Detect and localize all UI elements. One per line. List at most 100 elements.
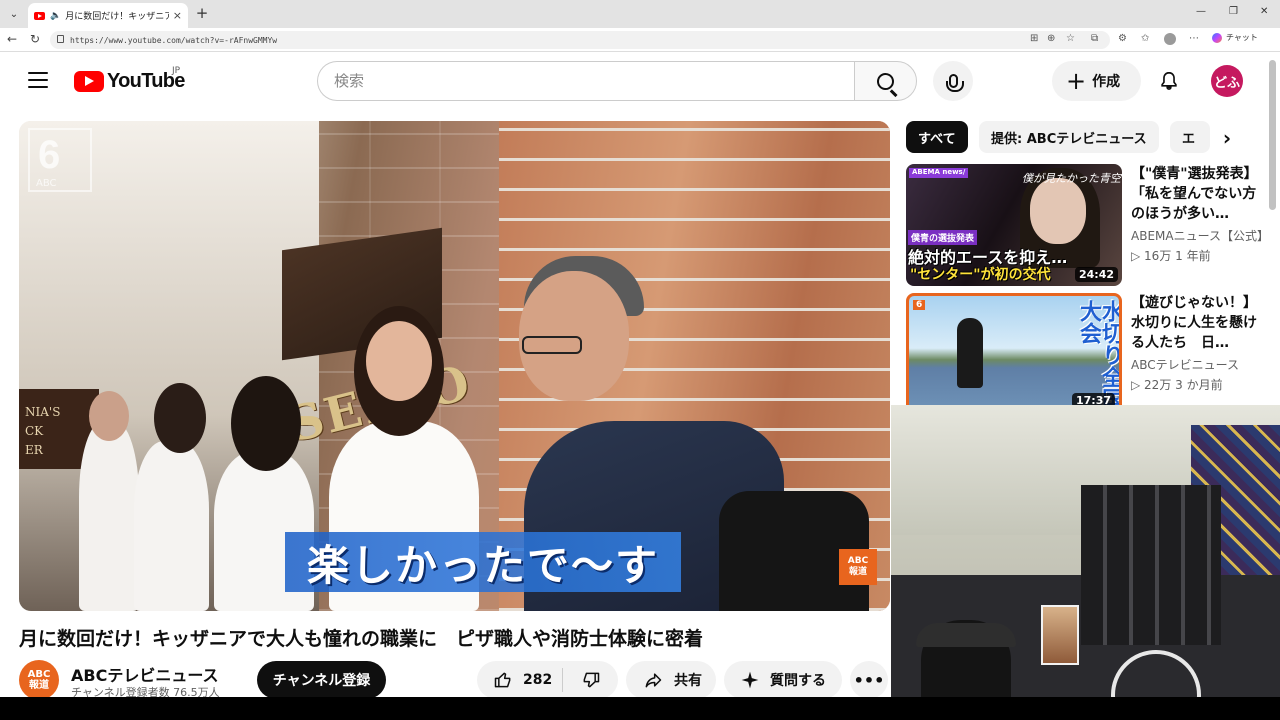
restore-button[interactable]: ❐ (1229, 6, 1238, 17)
share-arrow-icon (645, 673, 662, 688)
recommendation-title[interactable]: 【"僕青"選抜発表】「私を望んでない方のほうが多い… (1131, 164, 1261, 224)
youtube-favicon-icon (34, 11, 45, 20)
copilot-button[interactable]: チャット (1212, 32, 1258, 43)
page-scrollbar[interactable] (1269, 60, 1276, 210)
video-title: 月に数回だけ！キッザニアで大人も憧れの職業に ピザ職人や消防士体験に密着 (19, 628, 704, 650)
recommendation-channel[interactable]: ABCテレビニュース (1131, 356, 1266, 373)
tab-list-chevron-icon[interactable]: ⌄ (4, 4, 24, 24)
chip-next-chevron-icon[interactable]: › (1212, 123, 1242, 153)
collections-icon[interactable]: ✩ (1141, 33, 1149, 44)
channel-avatar[interactable]: ABC 報道 (19, 660, 59, 700)
page: ⌄ 🔈 月に数回だけ！キッザニアで大人も憧れの職業に × + — ❐ ✕ ← ↻… (0, 0, 1280, 720)
refresh-icon[interactable]: ↻ (30, 32, 40, 46)
webcam-poster (1041, 605, 1079, 665)
account-avatar[interactable]: どふ (1211, 65, 1243, 97)
channel-watermark-sub: ABC (36, 178, 57, 189)
share-button[interactable]: 共有 (626, 661, 716, 699)
chip-all[interactable]: すべて (906, 121, 968, 153)
chip-related[interactable]: エ (1170, 121, 1210, 153)
create-label: 作成 (1092, 74, 1121, 90)
video-person-head (89, 391, 129, 441)
search-input[interactable] (317, 61, 854, 101)
recommendation-meta: ▷ 16万 1 年前 (1131, 249, 1211, 263)
channel-avatar-top: ABC (27, 669, 51, 680)
video-person-head (154, 383, 206, 453)
channel-name[interactable]: ABCテレビニュース (71, 662, 219, 686)
webcam-person-hat (916, 623, 1016, 647)
lock-icon (57, 35, 64, 43)
zoom-icon[interactable]: ⊕ (1047, 33, 1055, 44)
favorite-star-icon[interactable]: ☆ (1066, 33, 1075, 44)
performance-icon[interactable]: ⚙ (1118, 33, 1127, 44)
video-person-face (366, 321, 432, 401)
subscribe-button[interactable]: チャンネル登録 (257, 661, 386, 699)
copilot-icon (1212, 32, 1222, 43)
thumb-brand: ABEMA news/ (909, 168, 969, 178)
thumb-kicker: 僕青の選抜発表 (908, 230, 978, 245)
minimize-button[interactable]: — (1196, 6, 1206, 17)
webcam-hanging-shirts (1081, 485, 1221, 645)
abc-badge-bottom: 報道 (848, 567, 867, 577)
thumbs-down-icon (583, 672, 599, 688)
like-dislike-group: 282 (477, 661, 618, 699)
url-field[interactable]: https://www.youtube.com/watch?v=-rAFnwGM… (50, 31, 1110, 49)
abc-news-badge: ABC 報道 (839, 549, 877, 585)
like-button[interactable]: 282 (477, 668, 563, 692)
tab-close-icon[interactable]: × (173, 9, 182, 22)
speaker-icon[interactable]: 🔈 (50, 11, 61, 21)
browser-address-bar: ← ↻ https://www.youtube.com/watch?v=-rAF… (0, 28, 1280, 52)
thumbs-up-icon (494, 672, 511, 688)
thumb-script-text: 僕が見たかった青空 (1022, 172, 1121, 185)
thumb-person (957, 318, 983, 388)
screen-bottom-strip (0, 697, 1280, 720)
dislike-button[interactable] (563, 670, 618, 690)
extensions-icon[interactable]: ⧉ (1091, 33, 1098, 44)
video-person-head (231, 376, 301, 471)
notifications-bell-icon[interactable] (1158, 70, 1180, 92)
channel-avatar-bottom: 報道 (29, 680, 49, 691)
video-man-glasses (522, 336, 582, 354)
thumb-badge: 6 (913, 300, 926, 310)
voice-search-button[interactable] (933, 61, 973, 101)
video-person (79, 421, 139, 611)
browser-menu-icon[interactable]: ⋯ (1189, 33, 1199, 44)
copilot-label: チャット (1226, 33, 1258, 42)
like-count: 282 (523, 672, 553, 688)
recommendation-thumbnail[interactable]: 6 水切り全国大会 17:37 (906, 293, 1122, 415)
guide-menu-icon[interactable] (28, 72, 48, 88)
video-caption: 楽しかったで〜す (285, 532, 682, 592)
webcam-overlay (891, 405, 1280, 697)
chip-from-channel[interactable]: 提供: ABCテレビニュース (979, 121, 1159, 153)
recommendation-channel[interactable]: ABEMAニュース【公式】 (1131, 227, 1266, 244)
region-label: JP (172, 66, 181, 76)
youtube-play-icon (74, 71, 104, 92)
thumb-person-face (1030, 178, 1086, 244)
share-label: 共有 (674, 673, 702, 689)
tab-title: 月に数回だけ！キッザニアで大人も憧れの職業に (65, 12, 169, 22)
video-person (134, 441, 209, 611)
url-text: https://www.youtube.com/watch?v=-rAFnwGM… (70, 35, 278, 45)
microphone-icon (945, 74, 964, 92)
search-button[interactable] (854, 61, 917, 101)
sparkle-icon (741, 671, 759, 689)
profile-icon[interactable] (1164, 33, 1176, 45)
recommendation-item[interactable]: ABEMA news/ 僕が見たかった青空 僕青の選抜発表 絶対的エースを抑え…… (906, 164, 1266, 288)
recommendation-meta: ▷ 22万 3 か月前 (1131, 378, 1223, 392)
recommendation-title[interactable]: 【遊びじゃない！】水切りに人生を懸ける人たち 日… (1131, 293, 1261, 353)
video-duration: 24:42 (1074, 267, 1118, 282)
back-arrow-icon[interactable]: ← (7, 32, 17, 46)
browser-tab-bar: ⌄ 🔈 月に数回だけ！キッザニアで大人も憧れの職業に × + — ❐ ✕ (0, 0, 1280, 28)
more-actions-button[interactable]: ••• (850, 661, 888, 699)
recommendation-thumbnail[interactable]: ABEMA news/ 僕が見たかった青空 僕青の選抜発表 絶対的エースを抑え…… (906, 164, 1122, 286)
recommendation-item[interactable]: 6 水切り全国大会 17:37 【遊びじゃない！】水切りに人生を懸ける人たち 日… (906, 293, 1266, 417)
ask-label: 質問する (770, 673, 826, 689)
close-window-button[interactable]: ✕ (1260, 6, 1268, 17)
youtube-logo[interactable]: YouTube (74, 70, 185, 93)
new-tab-button[interactable]: + (193, 4, 211, 22)
app-available-icon[interactable]: ⊞ (1030, 33, 1038, 44)
abc-badge-top: ABC (847, 556, 869, 567)
browser-tab-active[interactable]: 🔈 月に数回だけ！キッザニアで大人も憧れの職業に × (28, 3, 188, 28)
search-bar (317, 61, 917, 101)
create-button[interactable]: + 作成 (1052, 61, 1141, 101)
ask-button[interactable]: 質問する (724, 661, 842, 699)
